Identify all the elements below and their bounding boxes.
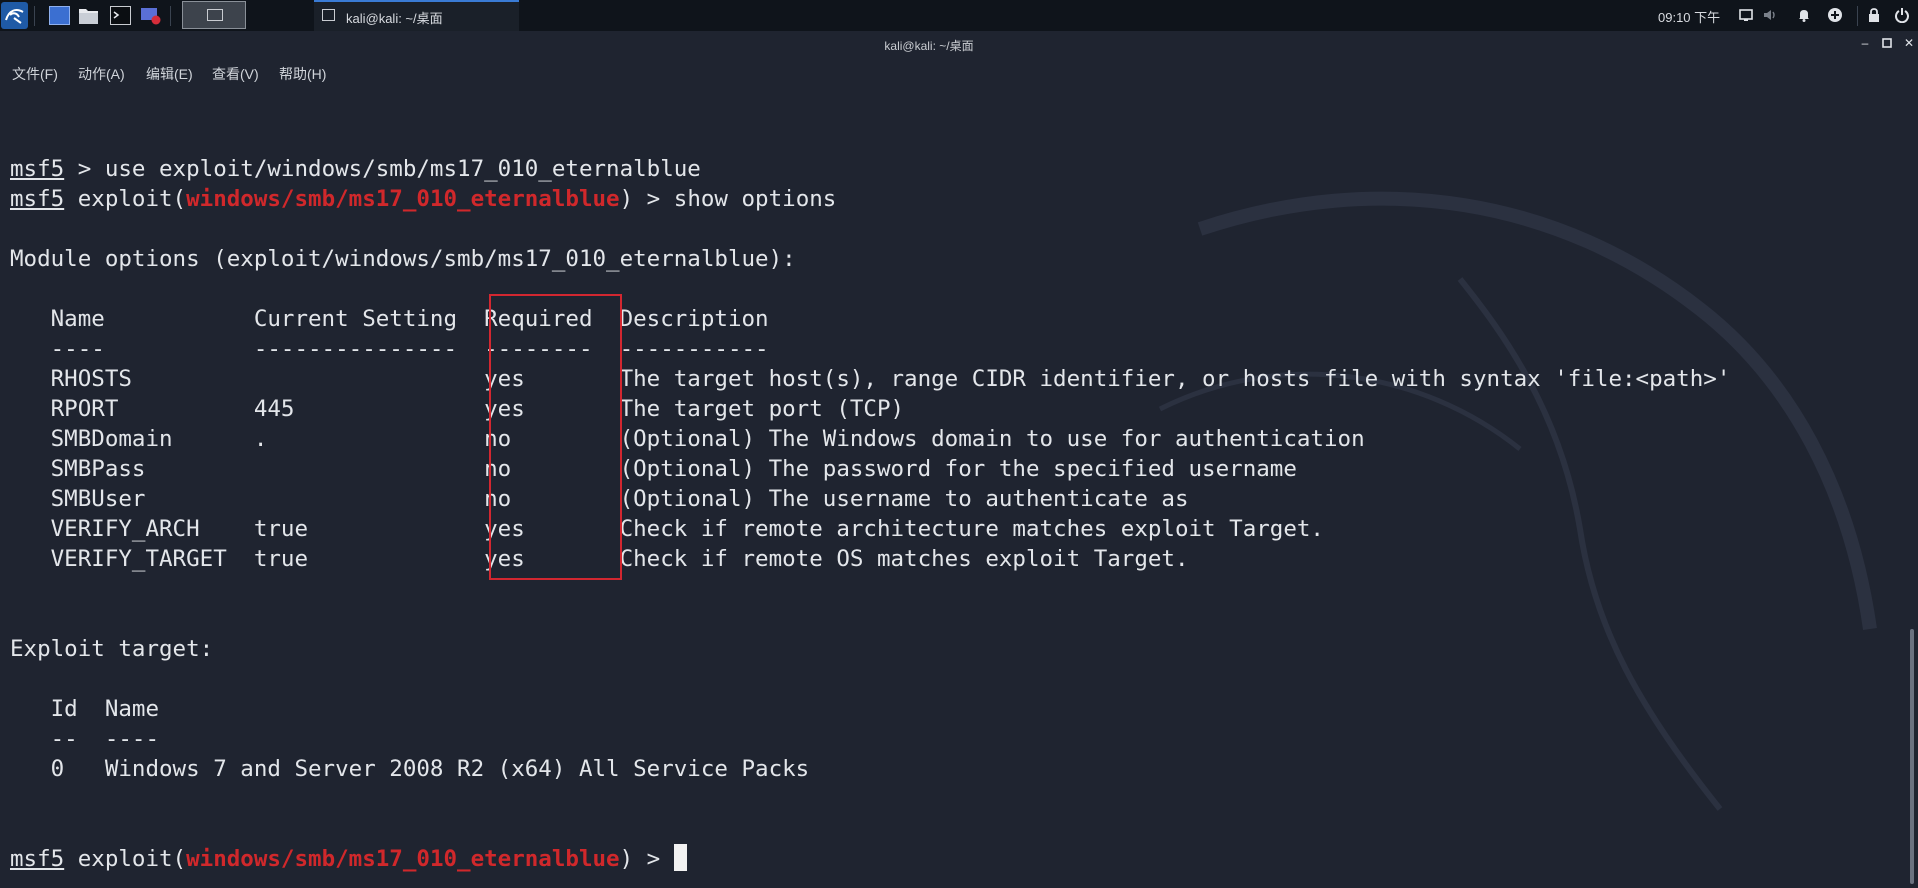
command-use: > use exploit/windows/smb/ms17_010_etern…: [64, 156, 701, 182]
menu-file[interactable]: 文件(F): [12, 64, 58, 84]
prompt-module-name: windows/smb/ms17_010_eternalblue: [186, 186, 620, 212]
top-panel: kali@kali: ~/桌面 09:10 下午: [0, 0, 1918, 31]
target-table-rule: -- ----: [10, 726, 160, 752]
window-title: kali@kali: ~/桌面: [884, 39, 974, 53]
scrollbar-thumb[interactable]: [1910, 629, 1914, 884]
terminal-line: msf5 exploit(windows/smb/ms17_010_eterna…: [10, 844, 687, 874]
lock-icon[interactable]: [1866, 7, 1882, 23]
prompt-exploit-label: exploit(: [64, 186, 187, 212]
target-table-header: Id Name: [10, 696, 160, 722]
msf-prompt: msf5: [10, 846, 65, 872]
options-table-row: RPORT 445 yes The target port (TCP): [10, 396, 905, 422]
msf-prompt: msf5: [10, 156, 65, 182]
window-titlebar[interactable]: kali@kali: ~/桌面 – ✕: [0, 31, 1918, 57]
kali-menu-icon[interactable]: [1, 2, 28, 29]
taskbar-window-label: kali@kali: ~/桌面: [346, 11, 443, 26]
menu-action[interactable]: 动作(A): [78, 64, 125, 84]
options-table-rule: ---- --------------- -------- ----------…: [10, 336, 769, 362]
terminal-output[interactable]: msf5 > use exploit/windows/smb/ms17_010_…: [0, 89, 1906, 888]
display-icon[interactable]: [1738, 7, 1754, 23]
workspace-button[interactable]: [182, 1, 246, 29]
target-table-row: 0 Windows 7 and Server 2008 R2 (x64) All…: [10, 756, 810, 782]
terminal-icon[interactable]: [110, 6, 131, 25]
text-cursor: [673, 844, 687, 871]
msf-prompt: msf5: [10, 186, 65, 212]
power-icon[interactable]: [1894, 7, 1910, 24]
notification-bell-icon[interactable]: [1796, 7, 1812, 23]
panel-separator: [34, 6, 35, 26]
clock[interactable]: 09:10 下午: [1658, 7, 1720, 26]
terminal-line: msf5 > use exploit/windows/smb/ms17_010_…: [10, 154, 701, 184]
prompt-tail: ) >: [619, 846, 674, 872]
menu-help[interactable]: 帮助(H): [279, 64, 326, 84]
options-table-row: RHOSTS yes The target host(s), range CID…: [10, 366, 1731, 392]
screen-recorder-icon[interactable]: [140, 6, 161, 25]
update-icon[interactable]: [1827, 7, 1843, 23]
options-table-row: VERIFY_ARCH true yes Check if remote arc…: [10, 516, 1324, 542]
close-button[interactable]: ✕: [1902, 36, 1916, 50]
minimize-button[interactable]: –: [1858, 36, 1872, 50]
menu-bar: 文件(F) 动作(A) 编辑(E) 查看(V) 帮助(H): [0, 57, 1918, 89]
options-table-header: Name Current Setting Required Descriptio…: [10, 306, 769, 332]
module-options-heading: Module options (exploit/windows/smb/ms17…: [10, 246, 796, 272]
panel-separator: [1857, 6, 1858, 26]
maximize-button[interactable]: [1880, 36, 1894, 50]
required-column-highlight: [489, 294, 622, 580]
options-table-row: SMBDomain . no (Optional) The Windows do…: [10, 426, 1365, 452]
taskbar-window-button[interactable]: kali@kali: ~/桌面: [314, 0, 519, 31]
menu-edit[interactable]: 编辑(E): [146, 64, 193, 84]
prompt-exploit-label: exploit(: [64, 846, 187, 872]
panel-separator: [170, 6, 171, 26]
options-table-row: SMBPass no (Optional) The password for t…: [10, 456, 1297, 482]
desktop-icon[interactable]: [49, 6, 70, 25]
exploit-target-heading: Exploit target:: [10, 636, 214, 662]
command-show-options: ) > show options: [619, 186, 837, 212]
terminal-line: msf5 exploit(windows/smb/ms17_010_eterna…: [10, 184, 836, 214]
menu-view[interactable]: 查看(V): [212, 64, 259, 84]
terminal-window-icon: [322, 9, 335, 21]
terminal-window-icon: [207, 9, 223, 21]
prompt-module-name: windows/smb/ms17_010_eternalblue: [186, 846, 620, 872]
file-manager-icon[interactable]: [78, 6, 99, 25]
terminal-scrollbar[interactable]: [1906, 89, 1918, 888]
volume-icon[interactable]: [1762, 7, 1778, 23]
